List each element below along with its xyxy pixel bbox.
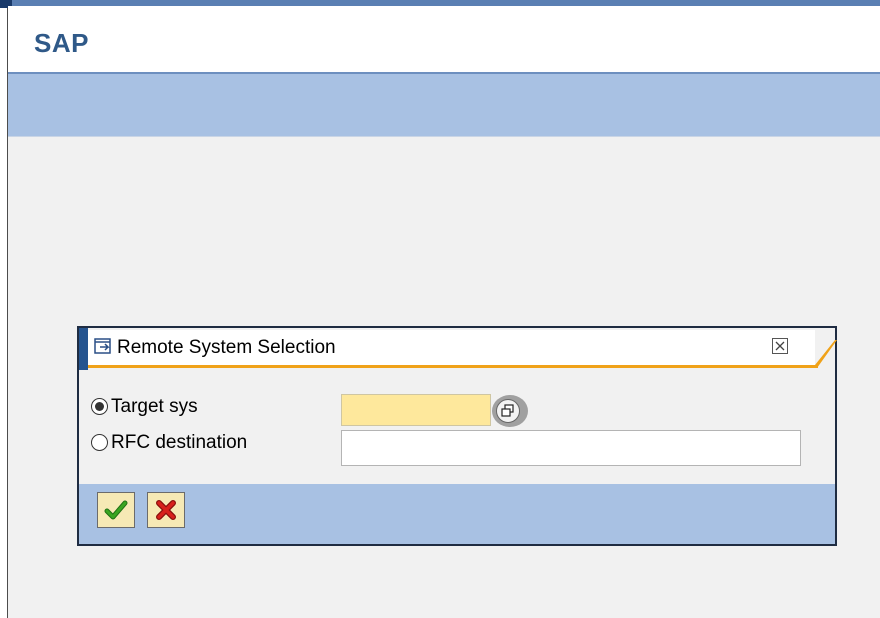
window-arrow-icon bbox=[94, 338, 114, 356]
app-title: SAP bbox=[34, 28, 89, 58]
rfc-destination-input[interactable] bbox=[341, 430, 801, 466]
option-row-target-sys: Target sys bbox=[79, 392, 835, 427]
target-sys-label[interactable]: Target sys bbox=[111, 396, 198, 418]
dialog-body: Target sys RFC destination bbox=[79, 370, 835, 480]
dialog-titlebar[interactable]: Remote System Selection bbox=[79, 328, 837, 370]
checkmark-icon bbox=[104, 500, 128, 520]
target-sys-radio[interactable] bbox=[91, 398, 108, 415]
cancel-x-icon bbox=[156, 500, 176, 520]
dialog-accent-bar bbox=[79, 328, 88, 370]
application-toolbar bbox=[8, 74, 880, 137]
dialog-title: Remote System Selection bbox=[117, 337, 336, 358]
rfc-destination-label[interactable]: RFC destination bbox=[111, 432, 247, 454]
cancel-button[interactable] bbox=[147, 492, 185, 528]
dialog-footer-toolbar bbox=[79, 484, 835, 544]
confirm-button[interactable] bbox=[97, 492, 135, 528]
option-row-rfc-destination: RFC destination bbox=[79, 428, 835, 466]
dialog-orange-corner bbox=[815, 340, 837, 368]
window-left-edge bbox=[0, 0, 8, 618]
rfc-destination-radio[interactable] bbox=[91, 434, 108, 451]
remote-system-selection-dialog: Remote System Selection Target sys RFC d… bbox=[77, 326, 837, 546]
target-sys-input[interactable] bbox=[341, 394, 491, 426]
value-help-button[interactable] bbox=[492, 395, 528, 427]
value-help-icon bbox=[496, 399, 520, 423]
title-area: SAP bbox=[8, 6, 880, 74]
radio-selected-dot bbox=[95, 402, 104, 411]
dialog-orange-underline bbox=[88, 365, 818, 368]
close-icon[interactable] bbox=[772, 338, 788, 354]
